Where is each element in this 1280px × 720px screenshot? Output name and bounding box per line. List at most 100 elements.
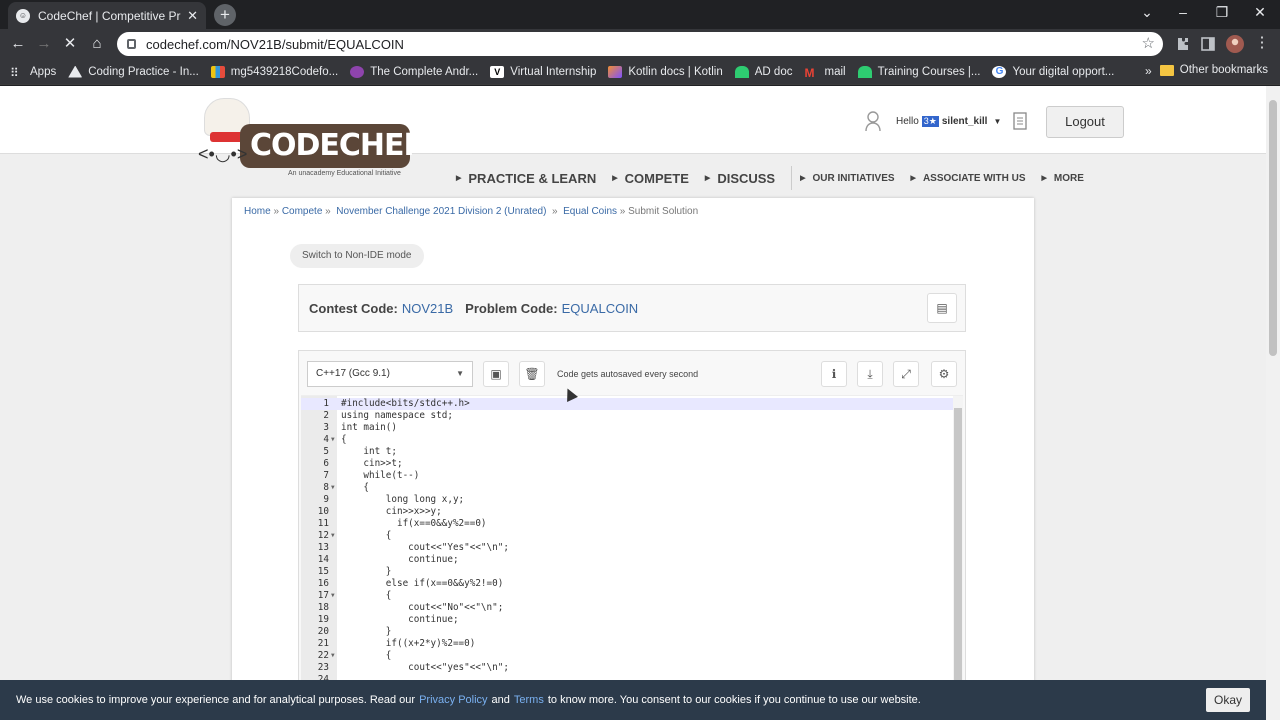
- stop-icon[interactable]: ✕: [60, 34, 80, 54]
- sidepanel-icon[interactable]: [1199, 35, 1217, 53]
- bookmark-star-icon[interactable]: ☆: [1142, 34, 1155, 52]
- triangle-right-icon: ▶: [910, 175, 916, 182]
- code-editor[interactable]: 1 #include<bits/stdc++.h> 2 using namespace…: [301, 395, 963, 720]
- code-line[interactable]: 1 #include<bits/stdc++.h>: [301, 398, 953, 410]
- page: CODECHEF <•◡•> An unacademy Educational …: [0, 86, 1266, 720]
- nav-discuss[interactable]: ▶ DISCUSS: [705, 171, 775, 186]
- code-line[interactable]: 23 cout<<"yes"<<"\n";: [301, 662, 953, 674]
- code-line[interactable]: 14 continue;: [301, 554, 953, 566]
- code-scrollbar-thumb[interactable]: [954, 408, 962, 720]
- profile-avatar-icon[interactable]: [1226, 35, 1244, 53]
- code-line[interactable]: 7 while(t--): [301, 470, 953, 482]
- bookmark-virtual-internship[interactable]: V Virtual Internship: [490, 65, 596, 78]
- code-line[interactable]: 18 cout<<"No"<<"\n";: [301, 602, 953, 614]
- cookie-okay-button[interactable]: Okay: [1206, 688, 1250, 712]
- tab-search-icon[interactable]: ⌄: [1132, 4, 1162, 21]
- forward-icon[interactable]: →: [34, 34, 54, 54]
- address-bar[interactable]: codechef.com/NOV21B/submit/EQUALCOIN ☆: [117, 32, 1163, 56]
- code-line[interactable]: 3 int main(): [301, 422, 953, 434]
- notes-icon[interactable]: [1013, 112, 1027, 130]
- maximize-icon[interactable]: ❐: [1207, 4, 1237, 21]
- breadcrumb-compete[interactable]: Compete: [282, 206, 323, 217]
- settings-button[interactable]: ⚙: [931, 361, 957, 387]
- home-icon[interactable]: ⌂: [87, 34, 107, 54]
- code-line[interactable]: 13 cout<<"Yes"<<"\n";: [301, 542, 953, 554]
- terms-link[interactable]: Terms: [514, 694, 544, 706]
- back-icon[interactable]: ←: [8, 34, 28, 54]
- code-line[interactable]: 10 cin>>x>>y;: [301, 506, 953, 518]
- code-line[interactable]: 19 continue;: [301, 614, 953, 626]
- bookmark-android-course[interactable]: The Complete Andr...: [350, 65, 478, 78]
- user-avatar-icon[interactable]: [864, 110, 882, 132]
- line-number: 6: [323, 458, 329, 469]
- code-line[interactable]: 4 ▼ {: [301, 434, 953, 446]
- page-scrollbar-thumb[interactable]: [1269, 100, 1277, 356]
- nav-practice-learn[interactable]: ▶ PRACTICE & LEARN: [456, 171, 596, 186]
- triangle-right-icon: ▶: [456, 175, 462, 182]
- minimize-icon[interactable]: –: [1168, 4, 1198, 20]
- info-icon: ℹ: [831, 367, 837, 381]
- line-source: {: [341, 434, 347, 445]
- nav-more[interactable]: ▶ MORE: [1042, 173, 1084, 184]
- breadcrumb-problem[interactable]: Equal Coins: [563, 206, 617, 217]
- problem-code: EQUALCOIN: [561, 300, 639, 316]
- codechef-logo[interactable]: CODECHEF <•◡•> An unacademy Educational …: [198, 98, 424, 184]
- nav-our-initiatives[interactable]: ▶ OUR INITIATIVES: [800, 173, 894, 184]
- code-line[interactable]: 8 ▼ {: [301, 482, 953, 494]
- code-line[interactable]: 12 ▼ {: [301, 530, 953, 542]
- fold-toggle-icon[interactable]: ▼: [331, 482, 335, 494]
- fold-toggle-icon[interactable]: ▼: [331, 650, 335, 662]
- code-line[interactable]: 6 cin>>t;: [301, 458, 953, 470]
- code-line[interactable]: 21 if((x+2*y)%2==0): [301, 638, 953, 650]
- page-scrollbar[interactable]: [1266, 86, 1280, 720]
- caret-down-icon: ▼: [993, 117, 1002, 126]
- bookmark-digital-opportunity[interactable]: G Your digital opport...: [992, 65, 1114, 78]
- code-line[interactable]: 22 ▼ {: [301, 650, 953, 662]
- breadcrumb-contest[interactable]: November Challenge 2021 Division 2 (Unra…: [336, 206, 546, 217]
- bookmark-mail[interactable]: Mmail: [804, 66, 845, 80]
- save-button[interactable]: ▣: [483, 361, 509, 387]
- code-line[interactable]: 17 ▼ {: [301, 590, 953, 602]
- code-line[interactable]: 11 if(x==0&&y%2==0): [301, 518, 953, 530]
- code-line[interactable]: 2 using namespace std;: [301, 410, 953, 422]
- nav-associate[interactable]: ▶ ASSOCIATE WITH US: [911, 173, 1026, 184]
- code-scrollbar[interactable]: [953, 396, 963, 720]
- fold-toggle-icon[interactable]: ▼: [331, 530, 335, 542]
- user-greeting[interactable]: Hello 3★ silent_kill ▼: [896, 116, 1001, 127]
- other-bookmarks[interactable]: Other bookmarks: [1159, 64, 1268, 76]
- new-tab-button[interactable]: +: [214, 4, 236, 26]
- code-line[interactable]: 16 else if(x==0&&y%2!=0): [301, 578, 953, 590]
- fold-toggle-icon[interactable]: ▼: [331, 434, 335, 446]
- nav-compete[interactable]: ▶ COMPETE: [612, 171, 689, 186]
- fold-toggle-icon[interactable]: ▼: [331, 590, 335, 602]
- language-select[interactable]: C++17 (Gcc 9.1) ▼: [307, 361, 473, 387]
- bookmark-apps[interactable]: ⠿ Apps: [10, 66, 56, 80]
- extensions-icon[interactable]: [1173, 35, 1191, 53]
- bookmark-ad-doc[interactable]: AD doc: [734, 65, 792, 78]
- code-line[interactable]: 9 long long x,y;: [301, 494, 953, 506]
- switch-non-ide-button[interactable]: Switch to Non-IDE mode: [290, 244, 424, 268]
- info-button[interactable]: ℹ: [821, 361, 847, 387]
- bookmark-coding-practice[interactable]: Coding Practice - In...: [68, 65, 199, 78]
- tab-close-icon[interactable]: ✕: [187, 8, 198, 24]
- window-close-icon[interactable]: ✕: [1245, 4, 1275, 21]
- bookmark-codeforces[interactable]: mg5439218Codefo...: [210, 65, 338, 78]
- delete-button[interactable]: 🗑: [519, 361, 545, 387]
- download-button[interactable]: ⤓: [857, 361, 883, 387]
- bookmark-kotlin-docs[interactable]: Kotlin docs | Kotlin: [608, 65, 723, 78]
- code-line[interactable]: 15 }: [301, 566, 953, 578]
- breadcrumb-home[interactable]: Home: [244, 206, 271, 217]
- logout-button[interactable]: Logout: [1046, 106, 1124, 138]
- code-line[interactable]: 20 }: [301, 626, 953, 638]
- line-source: {: [341, 650, 392, 661]
- more-bookmarks-icon[interactable]: »: [1145, 64, 1152, 78]
- browser-tab[interactable]: ☺ CodeChef | Competitive Program ✕: [8, 2, 206, 29]
- line-number: 8: [323, 482, 329, 493]
- privacy-policy-link[interactable]: Privacy Policy: [419, 694, 487, 706]
- problem-statement-button[interactable]: ▤: [927, 293, 957, 323]
- code-line[interactable]: 5 int t;: [301, 446, 953, 458]
- line-number: 19: [317, 614, 329, 625]
- fullscreen-button[interactable]: ⤢: [893, 361, 919, 387]
- bookmark-training-courses[interactable]: Training Courses |...: [857, 65, 980, 78]
- menu-kebab-icon[interactable]: ⋮: [1252, 33, 1272, 53]
